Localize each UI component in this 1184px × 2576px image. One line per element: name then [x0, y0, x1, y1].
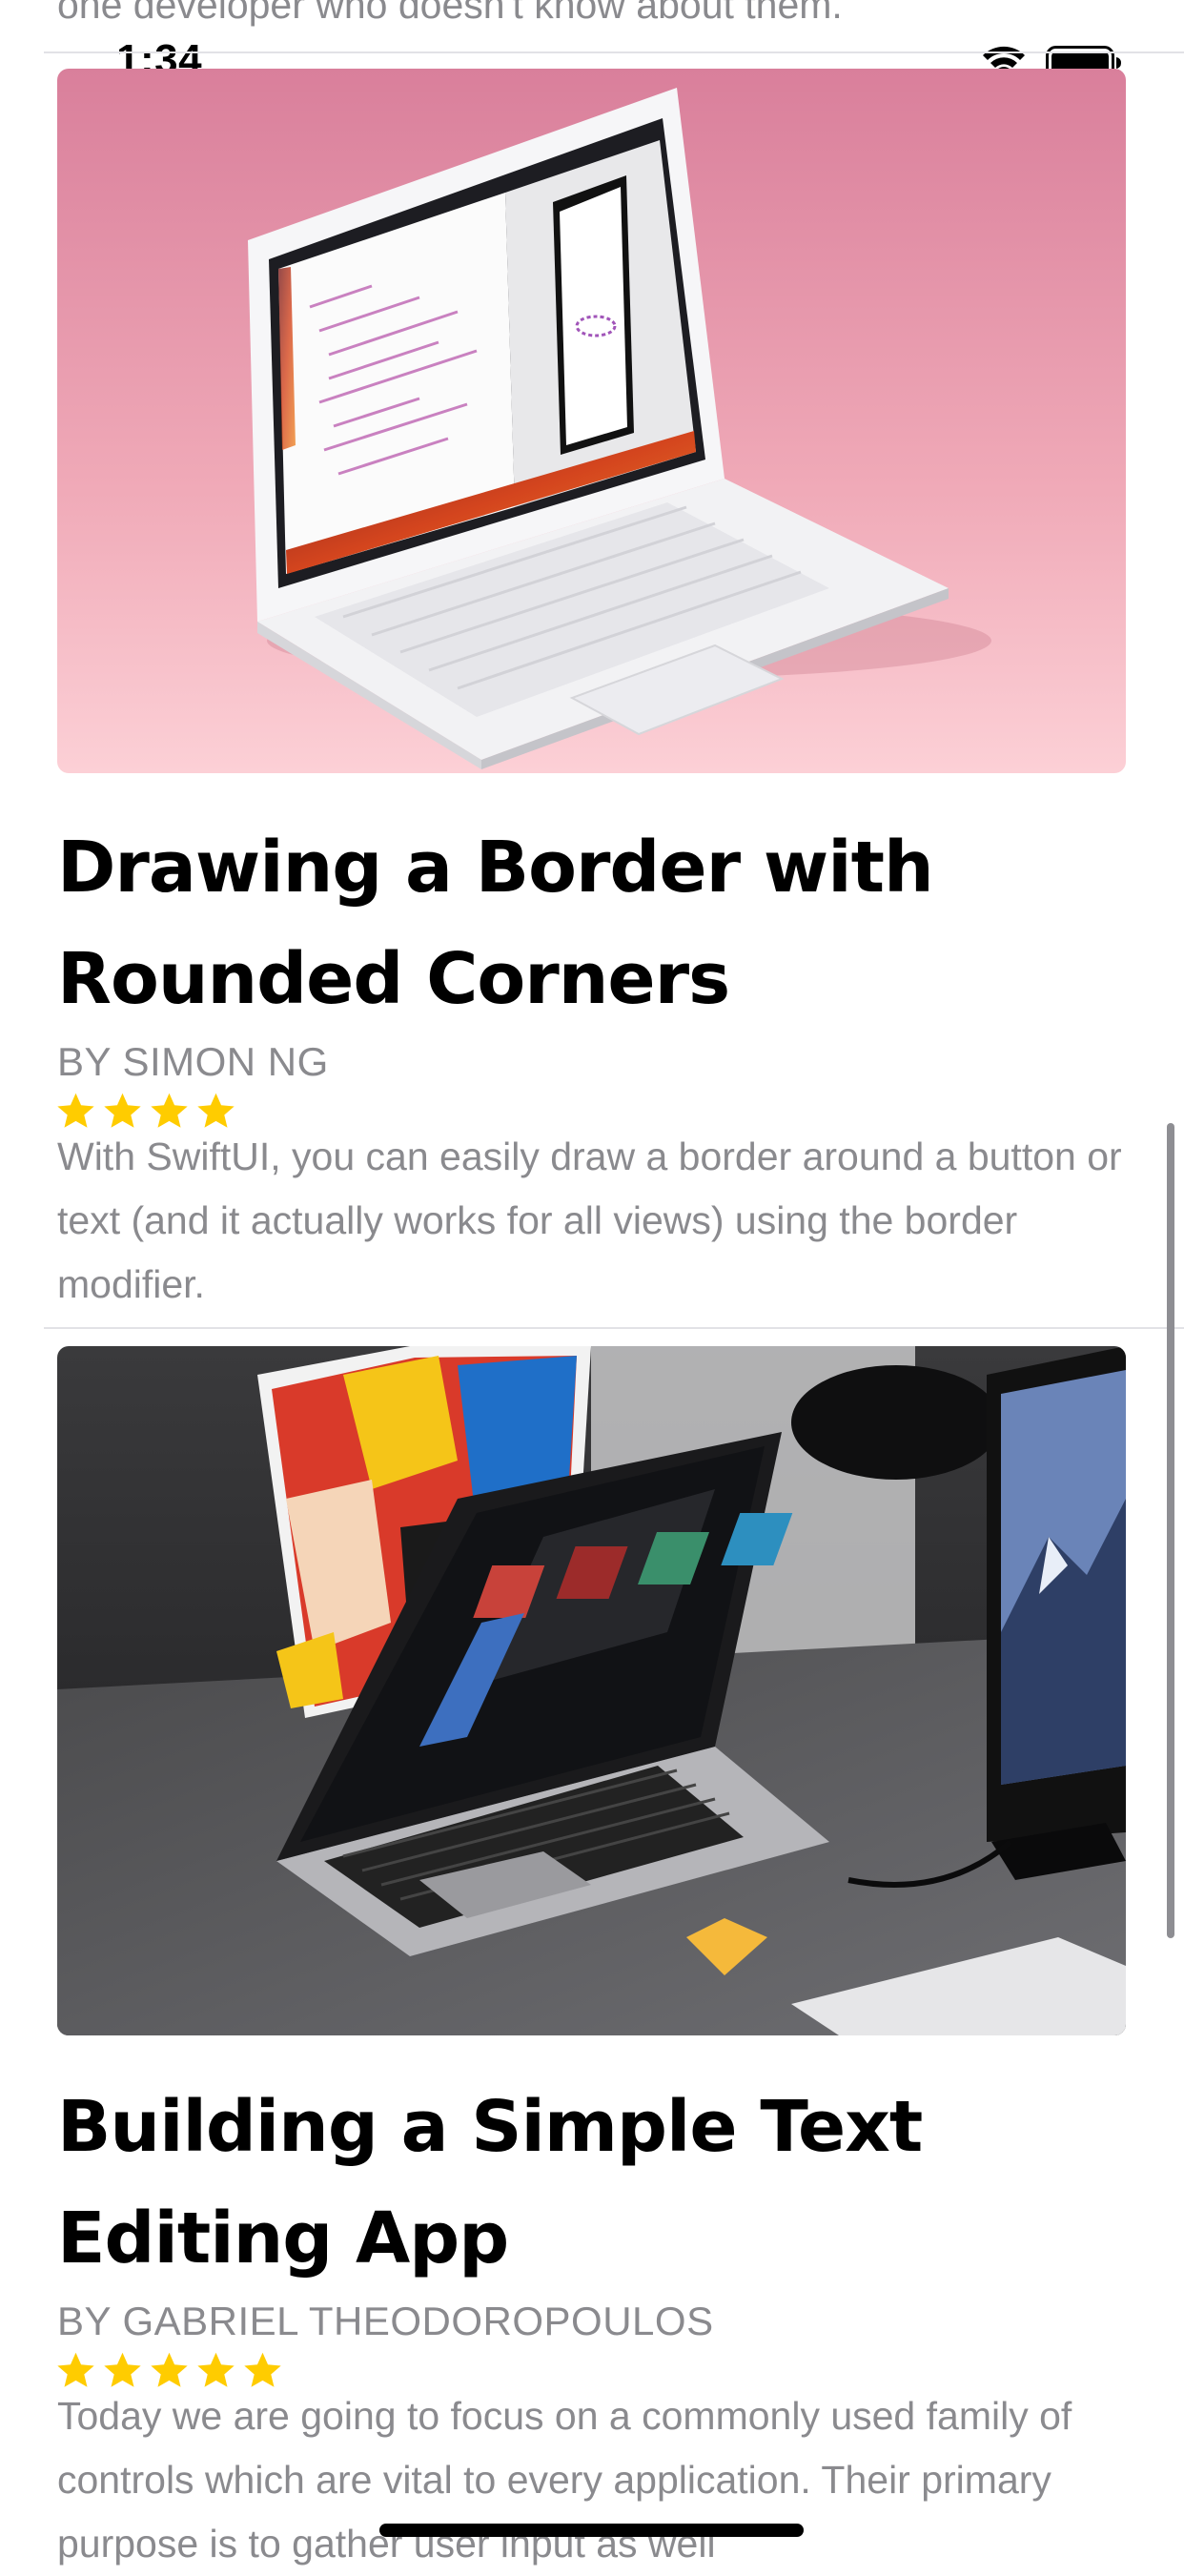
article-author: BY GABRIEL THEODOROPOULOS	[57, 2299, 714, 2343]
article-description: Today we are going to focus on a commonl…	[57, 2394, 1072, 2566]
article-title[interactable]: Drawing a Border with Rounded Corners	[57, 812, 1125, 1035]
article-description: With SwiftUI, you can easily draw a bord…	[57, 1135, 1122, 1306]
laptop-desk-photo-icon	[57, 1346, 1126, 2035]
home-indicator[interactable]	[379, 2524, 804, 2537]
article-image-laptop-xcode[interactable]	[57, 69, 1126, 773]
article-image-laptop-desk[interactable]	[57, 1346, 1126, 2035]
article-author: BY SIMON NG	[57, 1039, 329, 1084]
scroll-indicator[interactable]	[1167, 1123, 1174, 1938]
article-title[interactable]: Building a Simple Text Editing App	[57, 2072, 1125, 2295]
list-divider	[44, 1327, 1184, 1329]
laptop-xcode-illustration-icon	[57, 69, 1126, 773]
list-divider	[44, 51, 1184, 53]
